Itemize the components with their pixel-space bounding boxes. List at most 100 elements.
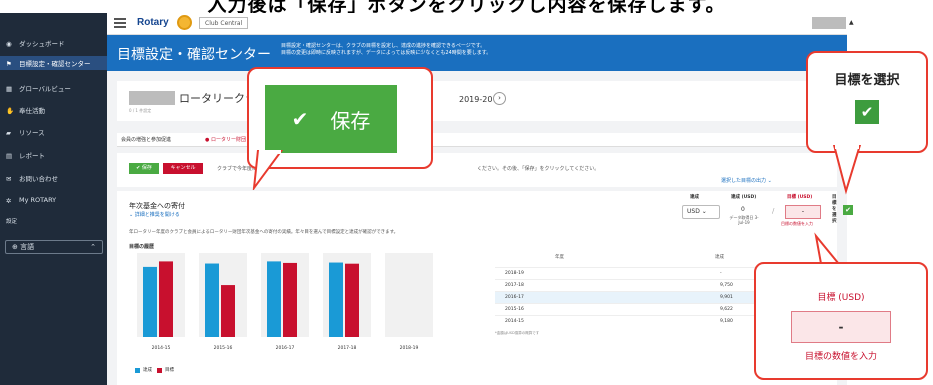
chart-group-background xyxy=(385,253,433,337)
rotary-year: 2019-20 xyxy=(459,95,493,104)
sidebar-item-contact[interactable]: ✉ お問い合わせ xyxy=(6,173,58,183)
col-achieved-usd: 達成 (USD) xyxy=(731,195,757,200)
rotary-logo xyxy=(177,15,192,30)
chart-bar xyxy=(267,261,281,337)
table-cell-achieved: 9,901 xyxy=(720,295,733,300)
rotary-wheel-icon: ✲ xyxy=(6,197,12,205)
details-link[interactable]: ⌄ 詳細と推奨を開ける xyxy=(129,211,180,218)
col-achieved: 達成 xyxy=(690,195,699,200)
next-year-button[interactable]: › xyxy=(493,92,506,105)
table-cell-achieved: - xyxy=(720,271,722,276)
sidebar-item-dashboard[interactable]: ◉ ダッシュボード xyxy=(6,38,65,48)
book-icon: ▰ xyxy=(6,129,11,137)
table-cell-year: 2017-18 xyxy=(505,283,524,288)
dashboard-icon: ◉ xyxy=(6,40,12,48)
chart-tick-label: 2018-19 xyxy=(400,345,419,351)
table-header-achieved: 達成 xyxy=(715,255,724,260)
col-goal-usd: 目標 (USD) xyxy=(787,195,813,200)
annual-fund-panel: 年次基金への寄付 ⌄ 詳細と推奨を開ける 年ロータリー年度のクラブと会員によるロ… xyxy=(117,191,853,385)
user-menu[interactable] xyxy=(812,17,846,29)
chart-tick-label: 2015-16 xyxy=(214,345,233,351)
panel-title: 年次基金への寄付 xyxy=(129,202,185,210)
chart-svg: 2014-15 2015-16 2016-17 2017-18 2018-19 xyxy=(137,253,433,351)
tab-membership[interactable]: 会員の増強と参加促進 xyxy=(121,136,171,143)
caret-down-icon[interactable]: ▲ xyxy=(849,19,854,26)
sidebar-item-label: 奉仕活動 xyxy=(19,107,45,115)
brand-name: Rotary xyxy=(137,17,169,28)
table-row: 2017-18 9,750 xyxy=(495,279,760,291)
globe-icon: ⊕ xyxy=(12,243,21,251)
sidebar-item-my-rotary[interactable]: ✲ My ROTARY xyxy=(6,196,57,205)
chart-tick-label: 2017-18 xyxy=(338,345,357,351)
sidebar-item-label: リソース xyxy=(19,129,45,137)
goal-tabs: 会員の増強と参加促進 ● ロータリー財団 xyxy=(117,133,837,147)
chevron-up-icon: ⌃ xyxy=(90,243,96,251)
header-desc-line: 目標の変更は即時に反映されますが、データによっては反映に少なくとも24時間を要し… xyxy=(281,50,492,56)
sidebar: ◉ ダッシュボード ⚑ 目標設定・確認センター ▦ グローバルビュー ✋ 奉仕活… xyxy=(0,13,107,385)
chart-bar xyxy=(283,262,297,337)
instruction-text: ください。その後、「保存」をクリックしてください。 xyxy=(477,166,600,172)
sidebar-item-settings[interactable]: 設定 xyxy=(6,217,17,225)
tab-foundation[interactable]: ● ロータリー財団 xyxy=(205,136,246,143)
chart-bar xyxy=(345,263,359,337)
handshake-icon: ✋ xyxy=(6,107,15,115)
goal-usd-callout: 目標 (USD) - 目標の数値を入力 xyxy=(754,262,928,380)
sidebar-item-service[interactable]: ✋ 奉仕活動 xyxy=(6,105,45,115)
menu-icon[interactable] xyxy=(114,18,126,28)
currency-select[interactable]: USD ⌄ xyxy=(682,205,720,219)
chart-bar xyxy=(159,261,173,337)
table-cell-achieved: 9,622 xyxy=(720,307,733,312)
sidebar-item-label: グローバルビュー xyxy=(19,85,71,93)
top-bar: Rotary Club Central ▲ xyxy=(107,13,854,35)
chart-bar xyxy=(143,266,157,337)
club-goal-count: 0 / 1 件設定 xyxy=(129,108,152,113)
col-select-goal: 目標を選択 xyxy=(832,195,837,224)
language-select[interactable]: ⊕ 言語 ⌃ xyxy=(5,240,103,254)
club-card: ロータリークラブ 0 / 1 件設定 2019-20 › xyxy=(117,81,837,121)
sidebar-item-resources[interactable]: ▰ リソース xyxy=(6,127,45,137)
legend-swatch xyxy=(157,367,162,373)
link-label: 選択した目標の出力 xyxy=(721,178,767,184)
save-button-zoomed[interactable]: ✔ 保存 xyxy=(265,85,397,153)
page-header: 目標設定・確認センター 目標設定・確認センターは、クラブの目標を設定し、達成の進… xyxy=(107,35,847,71)
table-row: 2014-15 9,180 xyxy=(495,315,760,327)
club-central-tab[interactable]: Club Central xyxy=(199,17,249,29)
sidebar-item-reports[interactable]: ▤ レポート xyxy=(6,150,45,160)
legend-label: 達成 xyxy=(143,368,152,373)
header-description: 目標設定・確認センターは、クラブの目標を設定し、達成の進捗を確認できるページです… xyxy=(281,43,781,57)
divider: / xyxy=(772,207,775,215)
callout-title: 目標 (USD) xyxy=(817,293,865,303)
currency-value: USD xyxy=(687,208,700,215)
select-goal-checkbox[interactable]: ✔ xyxy=(843,205,853,215)
sidebar-item-label: My ROTARY xyxy=(19,196,57,204)
goal-input-zoomed[interactable]: - xyxy=(791,311,891,343)
save-button[interactable]: ✔ 保存 xyxy=(129,163,159,174)
table-row: 2015-16 9,622 xyxy=(495,303,760,315)
selected-goals-link[interactable]: 選択した目標の出力 ⌄ xyxy=(721,177,772,184)
action-row: ✔ 保存 キャンセル クラブで今年度に ください。その後、「保存」をクリックして… xyxy=(117,153,837,187)
table-note: *金額はUSD換算の概算です xyxy=(495,331,540,335)
legend-swatch xyxy=(135,367,140,373)
table-cell-year: 2014-15 xyxy=(505,319,524,324)
table-cell-achieved: 9,180 xyxy=(720,319,733,324)
checkbox-icon: ✔ xyxy=(855,100,879,124)
achieved-value: 0 xyxy=(741,206,745,213)
sidebar-item-global-view[interactable]: ▦ グローバルビュー xyxy=(6,83,71,93)
sidebar-item-label: レポート xyxy=(19,152,45,160)
goal-input[interactable]: - xyxy=(785,205,821,219)
legend-item: 達成 xyxy=(135,367,152,373)
cancel-button[interactable]: キャンセル xyxy=(163,163,203,174)
header-desc-line: 目標設定・確認センターは、クラブの目標を設定し、達成の進捗を確認できるページです… xyxy=(281,43,486,49)
callout-pointer xyxy=(832,145,862,195)
save-label: 保存 xyxy=(141,165,152,171)
callout-pointer xyxy=(252,150,284,190)
chart-bar xyxy=(205,263,219,337)
table-header: 年度 達成 xyxy=(495,251,760,267)
chart-bar xyxy=(329,262,343,337)
goal-history-chart: 2014-15 2015-16 2016-17 2017-18 2018-19 達成 目… xyxy=(129,249,459,379)
page-title: 目標設定・確認センター xyxy=(117,47,271,63)
callout-hint: 目標の数値を入力 xyxy=(804,352,877,362)
select-goal-callout: 目標を選択 ✔ xyxy=(806,51,928,153)
sidebar-item-goal-center[interactable]: ⚑ 目標設定・確認センター xyxy=(0,56,107,70)
history-table: 年度 達成 2018-19-2017-18 9,750 2016-17 9,901 20… xyxy=(495,251,760,335)
